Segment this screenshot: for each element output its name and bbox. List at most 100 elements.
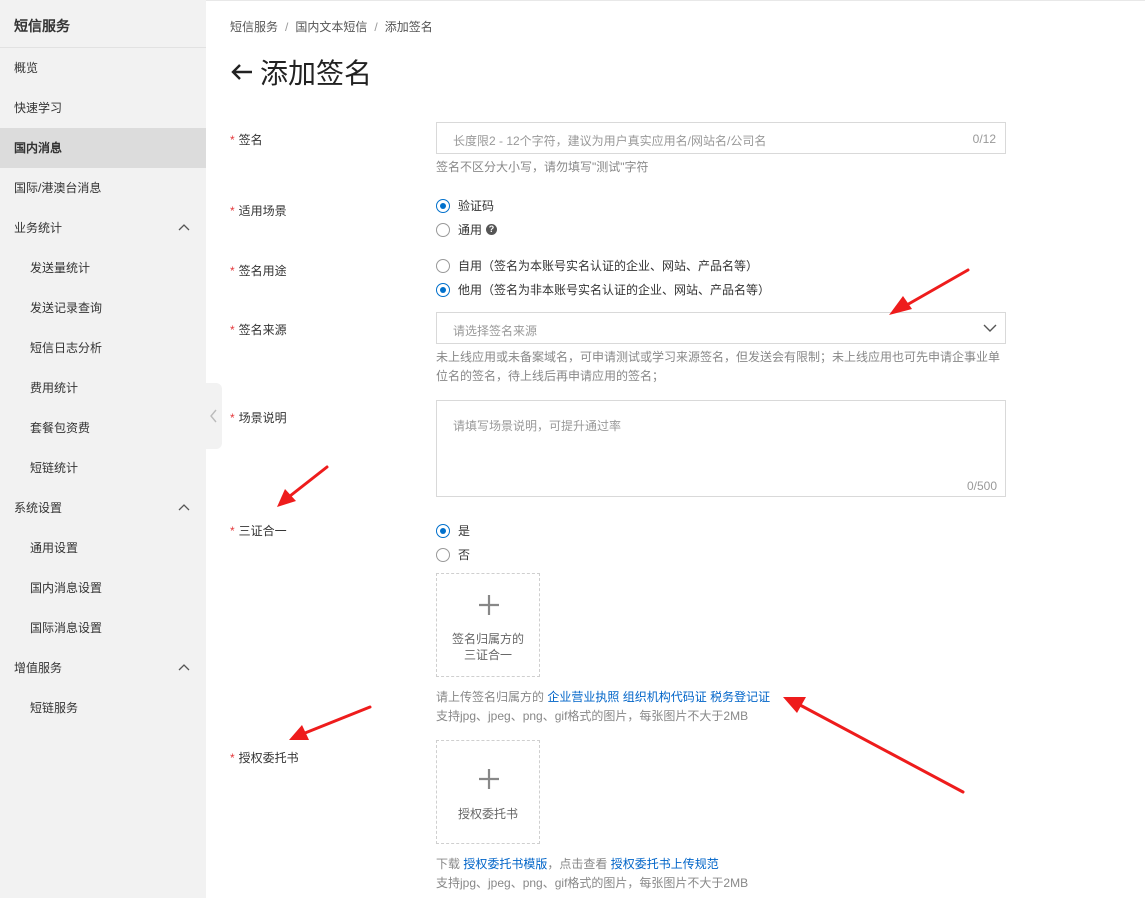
sidebar-item-shortlink-service[interactable]: 短链服务 [0,688,206,728]
source-hint: 未上线应用或未备案域名，可申请测试或学习来源签名，但发送会有限制；未上线应用也可… [436,348,1000,386]
signature-counter: 0/12 [972,132,996,146]
source-select[interactable]: 请选择签名来源 [436,312,1006,344]
sidebar-item-label: 国际/港澳台消息 [14,181,102,195]
annotation-arrow [277,465,329,507]
description-textarea[interactable]: 请填写场景说明，可提升通过率 0/500 [436,400,1006,497]
link-org-code[interactable]: 组织机构代码证 [623,690,707,704]
required-mark: * [230,323,235,337]
chevron-left-icon [210,409,217,423]
sidebar-item-overview[interactable]: 概览 [0,48,206,88]
sidebar-item-package-pricing[interactable]: 套餐包资费 [0,408,206,448]
chevron-down-icon [983,324,997,332]
top-border [48,0,1145,1]
link-template[interactable]: 授权委托书模版 [463,857,547,871]
sidebar-group-value-added[interactable]: 增值服务 [0,648,206,688]
sidebar-item-quick-learn[interactable]: 快速学习 [0,88,206,128]
usage-radio-self[interactable]: 自用（签名为本账号实名认证的企业、网站、产品名等） [436,257,758,274]
sidebar-item-cost-stats[interactable]: 费用统计 [0,368,206,408]
back-arrow-icon[interactable] [230,62,254,82]
required-mark: * [230,524,235,538]
sidebar-item-label: 发送记录查询 [30,301,103,315]
sidebar-item-send-volume[interactable]: 发送量统计 [0,248,206,288]
sidebar-item-label: 通用设置 [30,541,79,555]
sidebar-item-general-settings[interactable]: 通用设置 [0,528,206,568]
upload-text-line: 签名归属方的 [451,632,524,646]
plus-icon [479,595,499,615]
breadcrumb-separator: / [285,20,289,34]
radio-unchecked[interactable] [436,222,450,237]
three-in-one-hint: 请上传签名归属方的 企业营业执照 组织机构代码证 税务登记证 支持jpg、jpe… [436,688,770,726]
description-counter: 0/500 [966,479,997,493]
sidebar-item-label: 短信日志分析 [30,341,103,355]
three-in-one-radio-no[interactable]: 否 [436,546,470,563]
sidebar-item-send-records[interactable]: 发送记录查询 [0,288,206,328]
usage-radio-other[interactable]: 他用（签名为非本账号实名认证的企业、网站、产品名等） [436,281,770,298]
sidebar-item-label: 国际消息设置 [30,621,103,635]
sidebar-item-domestic[interactable]: 国内消息 [0,128,206,168]
radio-checked[interactable] [436,198,450,213]
page-title-text: 添加签名 [260,58,373,89]
radio-unchecked[interactable] [436,258,450,273]
usage-label: * 签名用途 [230,262,287,279]
description-label: * 场景说明 [230,409,287,426]
required-mark: * [230,751,235,765]
required-mark: * [230,133,235,147]
link-upload-rules[interactable]: 授权委托书上传规范 [611,857,719,871]
format-hint: 支持jpg、jpeg、png、gif格式的图片，每张图片不大于2MB [436,876,749,890]
radio-label: 是 [458,524,471,538]
description-label-text: 场景说明 [238,411,287,425]
radio-checked[interactable] [436,282,450,297]
sidebar-group-system-settings[interactable]: 系统设置 [0,488,206,528]
sidebar-item-label: 业务统计 [14,221,63,235]
description-placeholder: 请填写场景说明，可提升通过率 [453,419,622,433]
sidebar: 短信服务 概览 快速学习 国内消息 国际/港澳台消息 业务统计 发送量统计 发送… [0,0,206,898]
help-icon[interactable]: ? [486,224,498,235]
link-tax-registration[interactable]: 税务登记证 [710,690,770,704]
plus-icon [479,769,499,789]
three-in-one-label-text: 三证合一 [238,524,287,538]
sidebar-item-label: 短链服务 [30,701,79,715]
breadcrumb-separator: / [374,20,378,34]
page-title: 添加签名 [230,52,372,92]
sidebar-item-log-analysis[interactable]: 短信日志分析 [0,328,206,368]
scene-radio-verification[interactable]: 验证码 [436,197,494,214]
sidebar-item-international-settings[interactable]: 国际消息设置 [0,608,206,648]
authorization-upload[interactable]: 授权委托书 [436,740,540,844]
radio-unchecked[interactable] [436,547,450,562]
scene-radio-general[interactable]: 通用? [436,221,498,238]
three-in-one-upload[interactable]: 签名归属方的 三证合一 [436,573,540,677]
link-business-license[interactable]: 企业营业执照 [547,690,619,704]
breadcrumb-item-domestic-text[interactable]: 国内文本短信 [295,20,367,34]
source-placeholder: 请选择签名来源 [453,324,538,338]
sidebar-item-shortlink-stats[interactable]: 短链统计 [0,448,206,488]
scene-label-text: 适用场景 [238,204,287,218]
sidebar-group-business-stats[interactable]: 业务统计 [0,208,206,248]
sidebar-item-label: 国内消息设置 [30,581,103,595]
sidebar-collapse-handle[interactable] [206,383,222,449]
chevron-up-icon [178,224,190,231]
upload-text-line: 三证合一 [463,648,512,662]
source-hint-line: 位名的签名，待上线后再申请应用的签名； [436,369,665,383]
authorization-label: * 授权委托书 [230,749,299,766]
required-mark: * [230,264,235,278]
sidebar-item-label: 发送量统计 [30,261,91,275]
authorization-label-text: 授权委托书 [238,751,299,765]
annotation-arrow [783,697,965,794]
hint-mid: ，点击查看 [547,857,608,871]
required-mark: * [230,204,235,218]
sidebar-item-international[interactable]: 国际/港澳台消息 [0,168,206,208]
sidebar-item-domestic-settings[interactable]: 国内消息设置 [0,568,206,608]
three-in-one-radio-yes[interactable]: 是 [436,522,470,539]
breadcrumb-item-sms[interactable]: 短信服务 [230,20,278,34]
signature-input[interactable]: 长度限2 - 12个字符，建议为用户真实应用名/网站名/公司名 0/12 [436,122,1006,154]
sidebar-title: 短信服务 [0,0,206,48]
three-in-one-label: * 三证合一 [230,522,287,539]
sidebar-item-label: 短链统计 [30,461,79,475]
source-hint-line: 未上线应用或未备案域名，可申请测试或学习来源签名，但发送会有限制；未上线应用也可… [436,350,1001,364]
radio-checked[interactable] [436,523,450,538]
radio-label: 他用（签名为非本账号实名认证的企业、网站、产品名等） [458,283,771,297]
annotation-arrow [889,268,970,315]
hint-prefix: 请上传签名归属方的 [436,690,545,704]
radio-label: 自用（签名为本账号实名认证的企业、网站、产品名等） [458,259,759,273]
sidebar-item-label: 系统设置 [14,501,63,515]
